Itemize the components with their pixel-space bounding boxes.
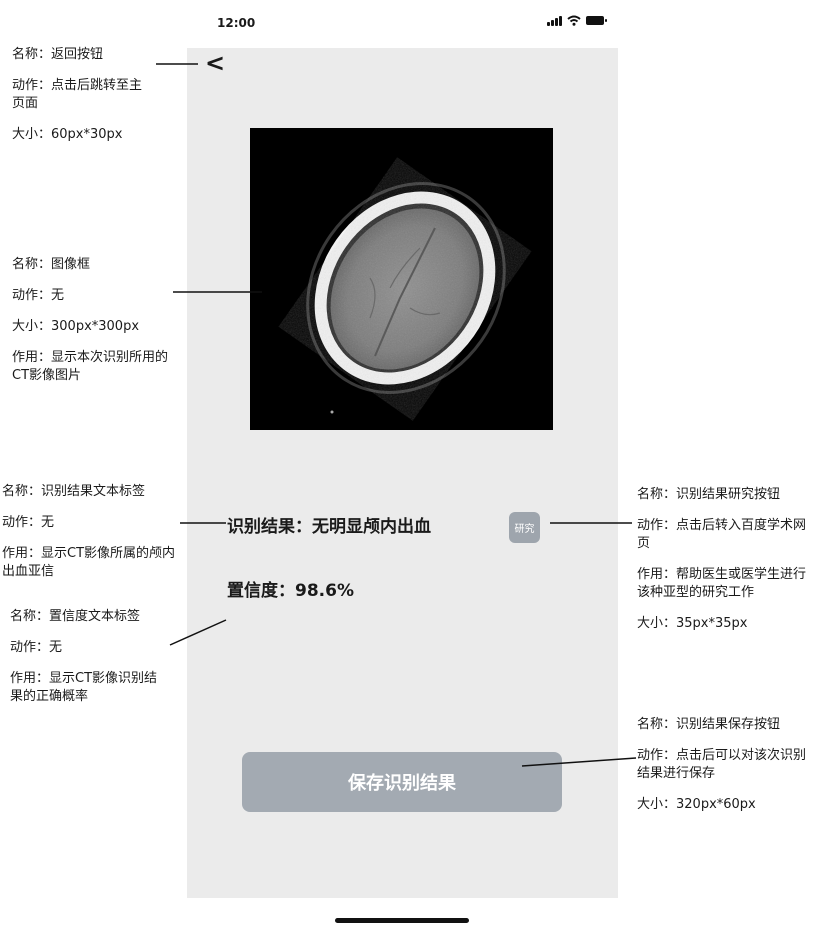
status-time: 12:00 — [217, 16, 256, 30]
note-image-frame: 名称：图像框 动作：无 大小：300px*300px 作用：显示本次识别所用的C… — [12, 256, 172, 385]
note-save-button: 名称：识别结果保存按钮 动作：点击后可以对该次识别结果进行保存 大小：320px… — [637, 716, 817, 814]
note-line: 动作：点击后跳转至主页面 — [12, 78, 143, 111]
signal-icon — [547, 15, 562, 26]
note-result-label: 名称：识别结果文本标签 动作：无 作用：显示CT影像所属的颅内出血亚信 — [2, 483, 182, 581]
home-indicator — [335, 918, 469, 923]
note-line: 名称：识别结果保存按钮 — [637, 717, 781, 732]
note-line: 大小：300px*300px — [12, 319, 140, 334]
note-line: 名称：识别结果研究按钮 — [637, 487, 781, 502]
note-research-button: 名称：识别结果研究按钮 动作：点击后转入百度学术网页 作用：帮助医生或医学生进行… — [637, 486, 817, 633]
result-text-label: 识别结果：无明显颅内出血 — [227, 517, 431, 537]
note-line: 名称：识别结果文本标签 — [2, 484, 146, 499]
confidence-text-label: 置信度：98.6% — [227, 581, 354, 601]
status-icons — [547, 15, 607, 26]
ct-image-frame — [250, 128, 553, 430]
note-line: 名称：返回按钮 — [12, 47, 104, 62]
note-line: 动作：点击后转入百度学术网页 — [637, 518, 807, 551]
note-line: 作用：显示CT影像识别结果的正确概率 — [10, 671, 158, 704]
note-line: 大小：35px*35px — [637, 616, 748, 631]
note-confidence-label: 名称：置信度文本标签 动作：无 作用：显示CT影像识别结果的正确概率 — [10, 608, 170, 706]
status-bar: 12:00 — [187, 0, 618, 48]
back-button[interactable]: < — [205, 50, 265, 80]
note-line: 作用：显示本次识别所用的CT影像图片 — [12, 350, 169, 383]
note-line: 大小：60px*30px — [12, 127, 123, 142]
ct-brain-scan-image — [250, 128, 553, 430]
battery-icon — [586, 16, 607, 25]
phone-screen: 12:00 < 识别结果：无明显颅内出血 研究 置信度：98.6% 保存识别结果 — [187, 0, 618, 932]
note-line: 大小：320px*60px — [637, 797, 756, 812]
note-line: 名称：置信度文本标签 — [10, 609, 141, 624]
note-line: 作用：帮助医生或医学生进行该种亚型的研究工作 — [637, 567, 807, 600]
note-line: 动作：点击后可以对该次识别结果进行保存 — [637, 748, 807, 781]
note-line: 动作：无 — [10, 640, 63, 655]
note-line: 动作：无 — [12, 288, 65, 303]
save-result-button[interactable]: 保存识别结果 — [242, 752, 562, 812]
wifi-icon — [567, 15, 581, 26]
note-back-button: 名称：返回按钮 动作：点击后跳转至主页面 大小：60px*30px — [12, 46, 152, 144]
note-line: 名称：图像框 — [12, 257, 91, 272]
note-line: 作用：显示CT影像所属的颅内出血亚信 — [2, 546, 176, 579]
back-chevron-icon: < — [205, 49, 226, 77]
research-button[interactable]: 研究 — [509, 512, 540, 543]
home-bar — [187, 898, 618, 932]
note-line: 动作：无 — [2, 515, 55, 530]
